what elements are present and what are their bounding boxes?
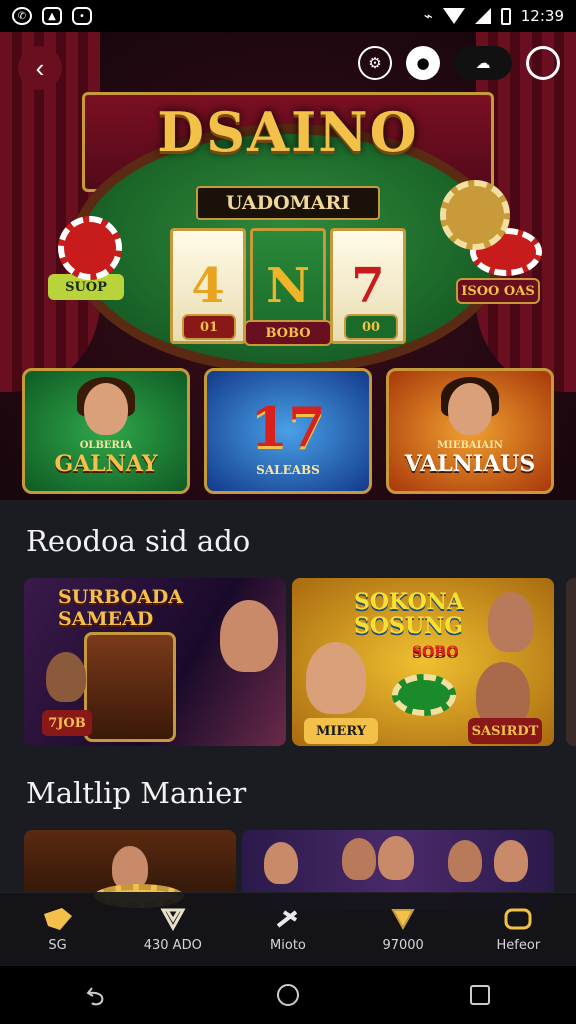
battery-icon: [500, 7, 511, 25]
center-tag[interactable]: BOBO: [244, 320, 332, 346]
nav-item-mioto[interactable]: Mioto: [238, 906, 338, 953]
game-card-subtitle: OLBERIA: [79, 440, 133, 451]
nav-label: SG: [48, 938, 67, 953]
right-tag[interactable]: ISOO OAS: [456, 278, 540, 304]
promo-badge: 7JOB: [42, 710, 92, 736]
game-card-subtitle: MIEBAIAIN: [437, 440, 503, 451]
system-back-icon[interactable]: [84, 983, 108, 1007]
character-portrait: [264, 842, 298, 884]
clock: 12:39: [520, 7, 564, 25]
character-portrait: [378, 836, 414, 880]
back-button[interactable]: ‹: [18, 46, 62, 90]
promo-card[interactable]: SURBOADA SAMEAD 7JOB: [24, 578, 286, 746]
nav-item-profile[interactable]: Hefeor: [468, 906, 568, 953]
game-card[interactable]: MIEBAIAIN VALNIAUS: [386, 368, 554, 494]
character-face: [84, 383, 128, 435]
whatsapp-icon: ✆: [12, 7, 32, 25]
poker-chip: [58, 216, 122, 280]
system-recents-icon[interactable]: [468, 983, 492, 1007]
game-card-title: VALNIAUS: [404, 451, 536, 477]
character-portrait: [342, 838, 376, 880]
wallet-icon: [386, 906, 420, 932]
settings-icon[interactable]: ⚙: [358, 46, 392, 80]
nav-item-home[interactable]: SG: [8, 906, 108, 953]
nav-label: 97000: [382, 938, 424, 953]
home-icon: [41, 906, 75, 932]
chat-icon: •: [72, 7, 92, 25]
game-card-subtitle: SALEABS: [256, 463, 320, 477]
character-portrait: [46, 652, 86, 702]
status-bar: ✆ ▲ • ⌁ 12:39: [0, 0, 576, 32]
signal-icon: [474, 8, 491, 24]
game-card-title: GALNAY: [54, 451, 158, 477]
nav-item-games[interactable]: 430 ADO: [123, 906, 223, 953]
casino-logo: DSAINO: [157, 100, 419, 164]
section-title: Reodoa sid ado: [26, 524, 251, 558]
vibrate-icon: ⌁: [423, 7, 433, 25]
promo-title: SURBOADA SAMEAD: [58, 586, 184, 630]
games-icon: [156, 906, 190, 932]
game-card[interactable]: 17 SALEABS: [204, 368, 372, 494]
game-card[interactable]: OLBERIA GALNAY: [22, 368, 190, 494]
promo-title: SOKONA SOSUNG: [354, 589, 464, 639]
nav-label: Mioto: [270, 938, 306, 953]
cloud-icon[interactable]: ☁: [454, 46, 512, 80]
character-portrait: [448, 840, 482, 882]
nav-label: 430 ADO: [143, 938, 202, 953]
app-screen: ✆ ▲ • ⌁ 12:39 DSAINO UADOMARI 4 N 7 01 0…: [0, 0, 576, 1024]
profile-icon[interactable]: ●: [406, 46, 440, 80]
bottom-nav: SG 430 ADO Mioto 97000 Hefeor: [0, 892, 576, 966]
game-card-title: 17: [250, 395, 326, 459]
character-face: [448, 383, 492, 435]
reel-value-left: 01: [182, 314, 236, 340]
poker-chip: [392, 674, 456, 716]
slot-machine: [84, 632, 176, 742]
circle-icon[interactable]: [526, 46, 560, 80]
reel-value-right: 00: [344, 314, 398, 340]
system-nav-bar: [0, 966, 576, 1024]
character-portrait: [220, 600, 278, 672]
promo-card[interactable]: SOKONA SOSUNG SOBO MIERY SASIRDT: [292, 578, 554, 746]
wifi-icon: [442, 8, 465, 24]
character-portrait: [306, 642, 366, 714]
promo-badge: MIERY: [304, 718, 378, 744]
gallery-icon: ▲: [42, 7, 62, 25]
promo-subtitle: SOBO: [412, 644, 459, 660]
casino-sublogo: UADOMARI: [196, 186, 380, 220]
gamepad-icon: [271, 906, 305, 932]
character-portrait: [494, 840, 528, 882]
character-portrait: [488, 592, 534, 652]
nav-label: Hefeor: [496, 938, 541, 953]
nav-item-wallet[interactable]: 97000: [353, 906, 453, 953]
section-title: Maltlip Manier: [26, 776, 247, 810]
promo-card-peek[interactable]: [566, 578, 576, 746]
system-home-icon[interactable]: [276, 983, 300, 1007]
profile-icon: [501, 906, 535, 932]
promo-badge: SASIRDT: [468, 718, 542, 744]
hero-banner: DSAINO UADOMARI 4 N 7 01 00 SUOP ISOO OA…: [0, 32, 576, 500]
poker-chip: [440, 180, 510, 250]
